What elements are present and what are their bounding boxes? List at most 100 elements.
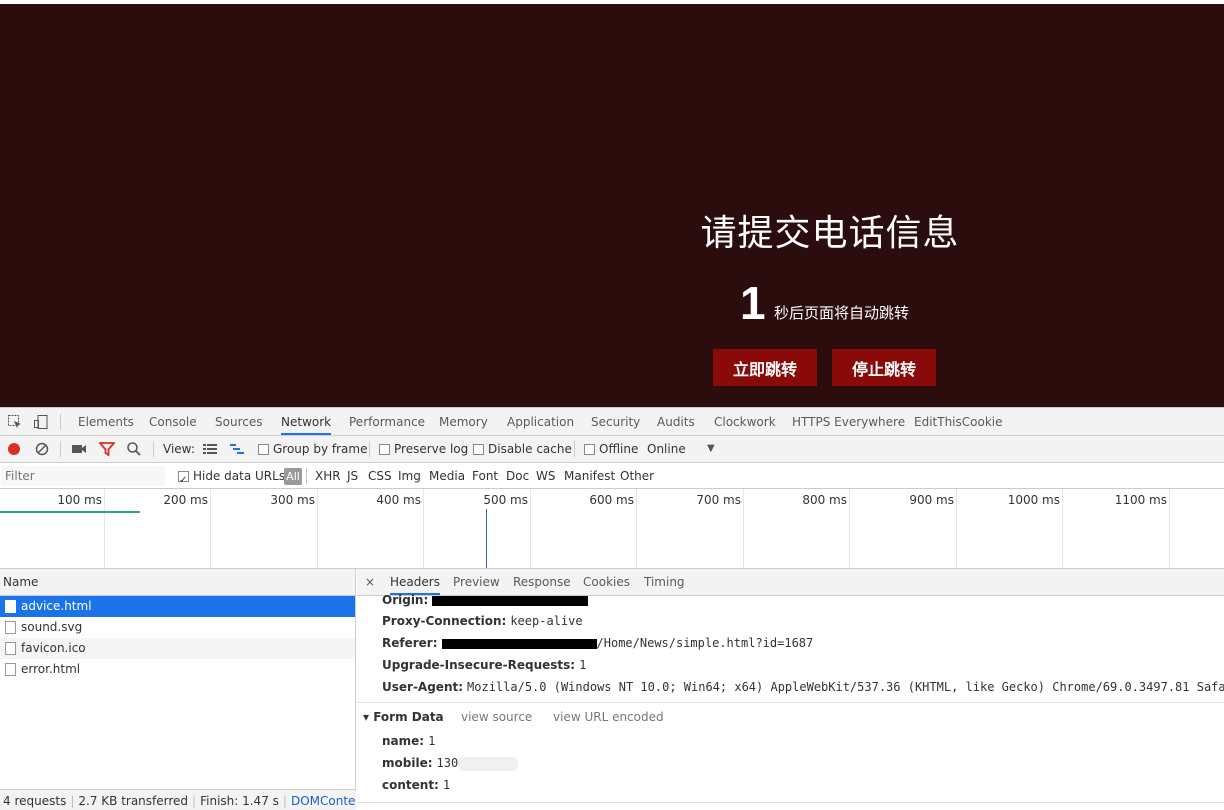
header-user-agent: User-Agent: Mozilla/5.0 (Windows NT 10.0;… — [382, 680, 1224, 694]
blurred-block — [458, 756, 519, 771]
chevron-down-icon[interactable]: ▼ — [707, 436, 715, 462]
network-status-bar: 4 requests | 2.7 KB transferred | Finish: 1.… — [0, 789, 356, 810]
filter-ws[interactable]: WS — [536, 463, 555, 489]
tab-console[interactable]: Console — [149, 408, 197, 435]
detail-tab-response[interactable]: Response — [513, 569, 571, 595]
timeline-tick: 900 ms — [909, 493, 954, 507]
view-url-encoded-link[interactable]: view URL encoded — [553, 710, 664, 724]
group-by-frame-checkbox[interactable]: Group by frame — [258, 436, 367, 462]
view-source-link[interactable]: view source — [461, 710, 532, 724]
tab-elements[interactable]: Elements — [78, 408, 134, 435]
list-view-icon[interactable] — [202, 441, 218, 457]
device-toolbar-icon[interactable] — [33, 414, 49, 430]
header-origin: Origin: — [382, 593, 589, 607]
form-field-mobile: mobile: 130 — [382, 756, 519, 771]
request-row-error[interactable]: error.html — [0, 659, 355, 680]
filter-other[interactable]: Other — [620, 463, 654, 489]
header-proxy-connection: Proxy-Connection: keep-alive — [382, 614, 583, 628]
devtools-tabbar: Elements Console Sources Network Perform… — [0, 408, 1224, 436]
throttling-select[interactable]: Online — [647, 436, 686, 462]
timeline-tick: 1000 ms — [1007, 493, 1060, 507]
tab-network[interactable]: Network — [281, 408, 332, 435]
form-field-content: content: 1 — [382, 778, 451, 792]
tab-clockwork[interactable]: Clockwork — [714, 408, 776, 435]
column-header-name[interactable]: Name — [0, 569, 355, 596]
document-icon — [5, 600, 16, 613]
filter-all[interactable]: All — [284, 468, 302, 485]
filter-doc[interactable]: Doc — [506, 463, 529, 489]
hide-data-urls-checkbox[interactable]: Hide data URLs — [178, 463, 285, 494]
timeline-tick: 700 ms — [696, 493, 741, 507]
image-file-icon — [5, 621, 16, 634]
tab-https-everywhere[interactable]: HTTPS Everywhere — [792, 408, 905, 435]
timeline-tick: 800 ms — [802, 493, 847, 507]
timeline-tick: 200 ms — [163, 493, 208, 507]
network-split: Name advice.html sound.svg favicon.ico e… — [0, 569, 1224, 810]
tab-memory[interactable]: Memory — [439, 408, 488, 435]
timeline-tick: 1100 ms — [1114, 493, 1167, 507]
timeline-tick: 300 ms — [270, 493, 315, 507]
preserve-log-checkbox[interactable]: Preserve log — [379, 436, 468, 462]
timeline-tick: 400 ms — [376, 493, 421, 507]
countdown-text: 秒后页面将自动跳转 — [774, 304, 910, 322]
filter-bar: Hide data URLs All XHR JS CSS Img Media … — [0, 463, 1224, 494]
page-viewport: 请提交电话信息 1 秒后页面将自动跳转 立即跳转 停止跳转 — [0, 0, 1224, 407]
detail-tab-headers[interactable]: Headers — [390, 569, 440, 595]
filter-xhr[interactable]: XHR — [315, 463, 341, 489]
tab-sources[interactable]: Sources — [215, 408, 262, 435]
filter-css[interactable]: CSS — [368, 463, 392, 489]
devtools-panel: Elements Console Sources Network Perform… — [0, 407, 1224, 810]
view-label: View: — [163, 442, 195, 456]
filter-input[interactable] — [1, 466, 165, 486]
request-list: Name advice.html sound.svg favicon.ico e… — [0, 569, 356, 810]
timeline-tick: 500 ms — [483, 493, 528, 507]
network-toolbar: View: Group by frame Preserve log Disabl… — [0, 436, 1224, 463]
page-background — [0, 4, 1224, 407]
detail-tab-cookies[interactable]: Cookies — [583, 569, 630, 595]
filter-icon[interactable] — [98, 441, 116, 457]
redacted-block — [441, 638, 597, 649]
header-upgrade-insecure: Upgrade-Insecure-Requests: 1 — [382, 658, 587, 672]
offline-checkbox[interactable]: Offline — [584, 436, 638, 462]
filter-js[interactable]: JS — [347, 463, 358, 489]
record-icon[interactable] — [6, 441, 22, 457]
timeline-tick: 600 ms — [589, 493, 634, 507]
domcontentloaded-link[interactable]: DOMContentLo... — [291, 794, 356, 808]
tab-security[interactable]: Security — [591, 408, 640, 435]
filter-media[interactable]: Media — [429, 463, 465, 489]
search-icon[interactable] — [126, 441, 142, 457]
header-referer: Referer:/Home/News/simple.html?id=1687 — [382, 636, 814, 650]
filter-img[interactable]: Img — [398, 463, 421, 489]
request-row-favicon[interactable]: favicon.ico — [0, 638, 355, 659]
close-icon[interactable]: × — [365, 569, 375, 595]
countdown-number: 1 — [740, 277, 766, 329]
request-detail: × Headers Preview Response Cookies Timin… — [357, 569, 1224, 810]
document-icon — [5, 642, 16, 655]
detail-tabbar: × Headers Preview Response Cookies Timin… — [357, 569, 1224, 596]
timeline-tick: 100 ms — [57, 493, 102, 507]
clear-icon[interactable] — [34, 441, 50, 457]
document-icon — [5, 663, 16, 676]
page-title: 请提交电话信息 — [700, 213, 960, 254]
redirect-now-button[interactable]: 立即跳转 — [713, 349, 817, 386]
timeline-domcontentloaded-marker — [486, 509, 487, 568]
inspect-element-icon[interactable] — [7, 414, 23, 430]
disable-cache-checkbox[interactable]: Disable cache — [473, 436, 572, 462]
camera-icon[interactable] — [71, 441, 87, 457]
request-row-advice[interactable]: advice.html — [0, 596, 355, 617]
request-row-sound[interactable]: sound.svg — [0, 617, 355, 638]
tab-application[interactable]: Application — [507, 408, 574, 435]
stop-redirect-button[interactable]: 停止跳转 — [832, 349, 936, 386]
tab-performance[interactable]: Performance — [349, 408, 425, 435]
timeline-overview[interactable]: 100 ms 200 ms 300 ms 400 ms 500 ms 600 m… — [0, 489, 1224, 569]
detail-tab-timing[interactable]: Timing — [644, 569, 685, 595]
waterfall-view-icon[interactable] — [229, 441, 245, 457]
filter-font[interactable]: Font — [472, 463, 498, 489]
form-field-name: name: 1 — [382, 734, 436, 748]
form-data-section-toggle[interactable]: ▾ Form Data — [363, 710, 444, 724]
tab-editthiscookie[interactable]: EditThisCookie — [914, 408, 1003, 435]
detail-tab-preview[interactable]: Preview — [453, 569, 500, 595]
filter-manifest[interactable]: Manifest — [564, 463, 615, 489]
timeline-request-bar — [0, 511, 140, 513]
tab-audits[interactable]: Audits — [657, 408, 695, 435]
